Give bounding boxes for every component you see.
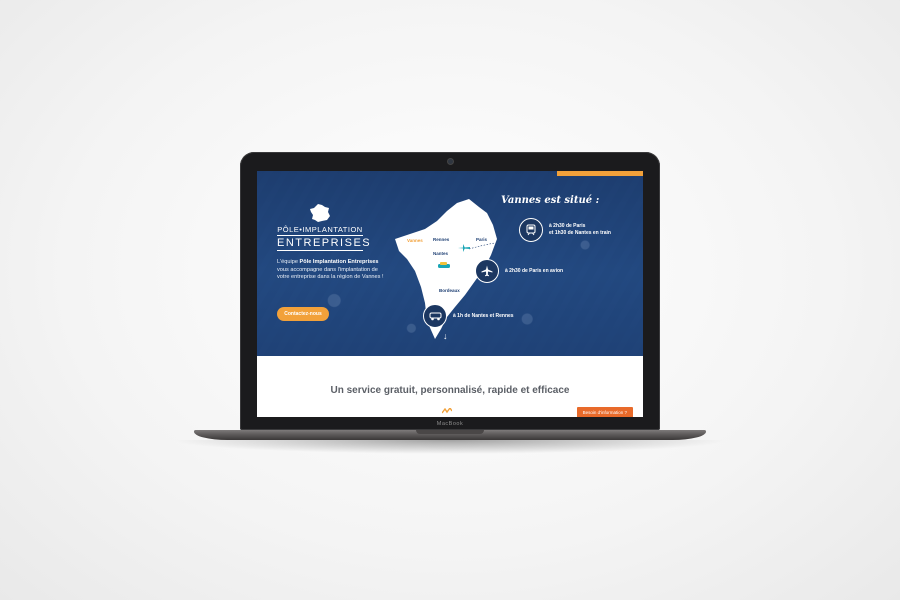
map-city-vannes: Vannes bbox=[407, 238, 423, 243]
services-subtitle: Un service gratuit, personnalisé, rapide… bbox=[330, 385, 570, 396]
travel-row-car: à 1h de Nantes et Rennes bbox=[423, 304, 514, 328]
decorative-orange-mark-icon bbox=[442, 408, 452, 414]
laptop-screen: PÔLE•IMPLANTATION ENTREPRISES L'équipe P… bbox=[257, 171, 643, 417]
logo-text-bottom: ENTREPRISES bbox=[277, 235, 372, 251]
travel-row-plane: à 2h30 de Paris en avion bbox=[475, 259, 563, 283]
travel-train-line2: et 1h30 de Nantes en train bbox=[549, 230, 611, 236]
map-plane-icon bbox=[458, 244, 470, 252]
map-city-paris: Paris bbox=[476, 237, 488, 242]
laptop-opening-notch bbox=[416, 430, 484, 434]
map-city-nantes: Nantes bbox=[433, 251, 449, 256]
intro-company-name: Pôle Implantation Entreprises bbox=[299, 259, 379, 265]
logo-text-top: PÔLE•IMPLANTATION bbox=[277, 225, 363, 234]
webcam bbox=[447, 158, 454, 165]
scroll-down-arrow-icon[interactable]: ↓ bbox=[443, 331, 448, 341]
travel-car-line1: à 1h de Nantes et Rennes bbox=[453, 312, 514, 319]
plane-icon bbox=[475, 259, 499, 283]
laptop-brand-label: MacBook bbox=[436, 421, 464, 427]
info-request-tab[interactable]: Besoin d'information ? bbox=[576, 407, 633, 417]
car-icon bbox=[423, 304, 447, 328]
top-accent-strip bbox=[557, 171, 643, 176]
france-map-icon bbox=[310, 204, 330, 222]
travel-plane-line1: à 2h30 de Paris en avion bbox=[505, 267, 564, 274]
contact-button[interactable]: Contactez-nous bbox=[277, 307, 329, 321]
travel-train-line1: à 2h30 de Paris bbox=[549, 223, 586, 229]
travel-row-train: à 2h30 de Paris et 1h30 de Nantes en tra… bbox=[519, 218, 611, 242]
laptop-shadow bbox=[170, 440, 730, 454]
map-car-icon bbox=[438, 262, 450, 268]
site-logo[interactable]: PÔLE•IMPLANTATION ENTREPRISES bbox=[277, 203, 372, 251]
intro-paragraph: L'équipe Pôle Implantation Entreprises v… bbox=[277, 259, 384, 281]
train-icon bbox=[519, 218, 543, 242]
map-city-rennes: Rennes bbox=[433, 237, 450, 242]
map-city-bordeaux: Bordeaux bbox=[439, 288, 460, 293]
